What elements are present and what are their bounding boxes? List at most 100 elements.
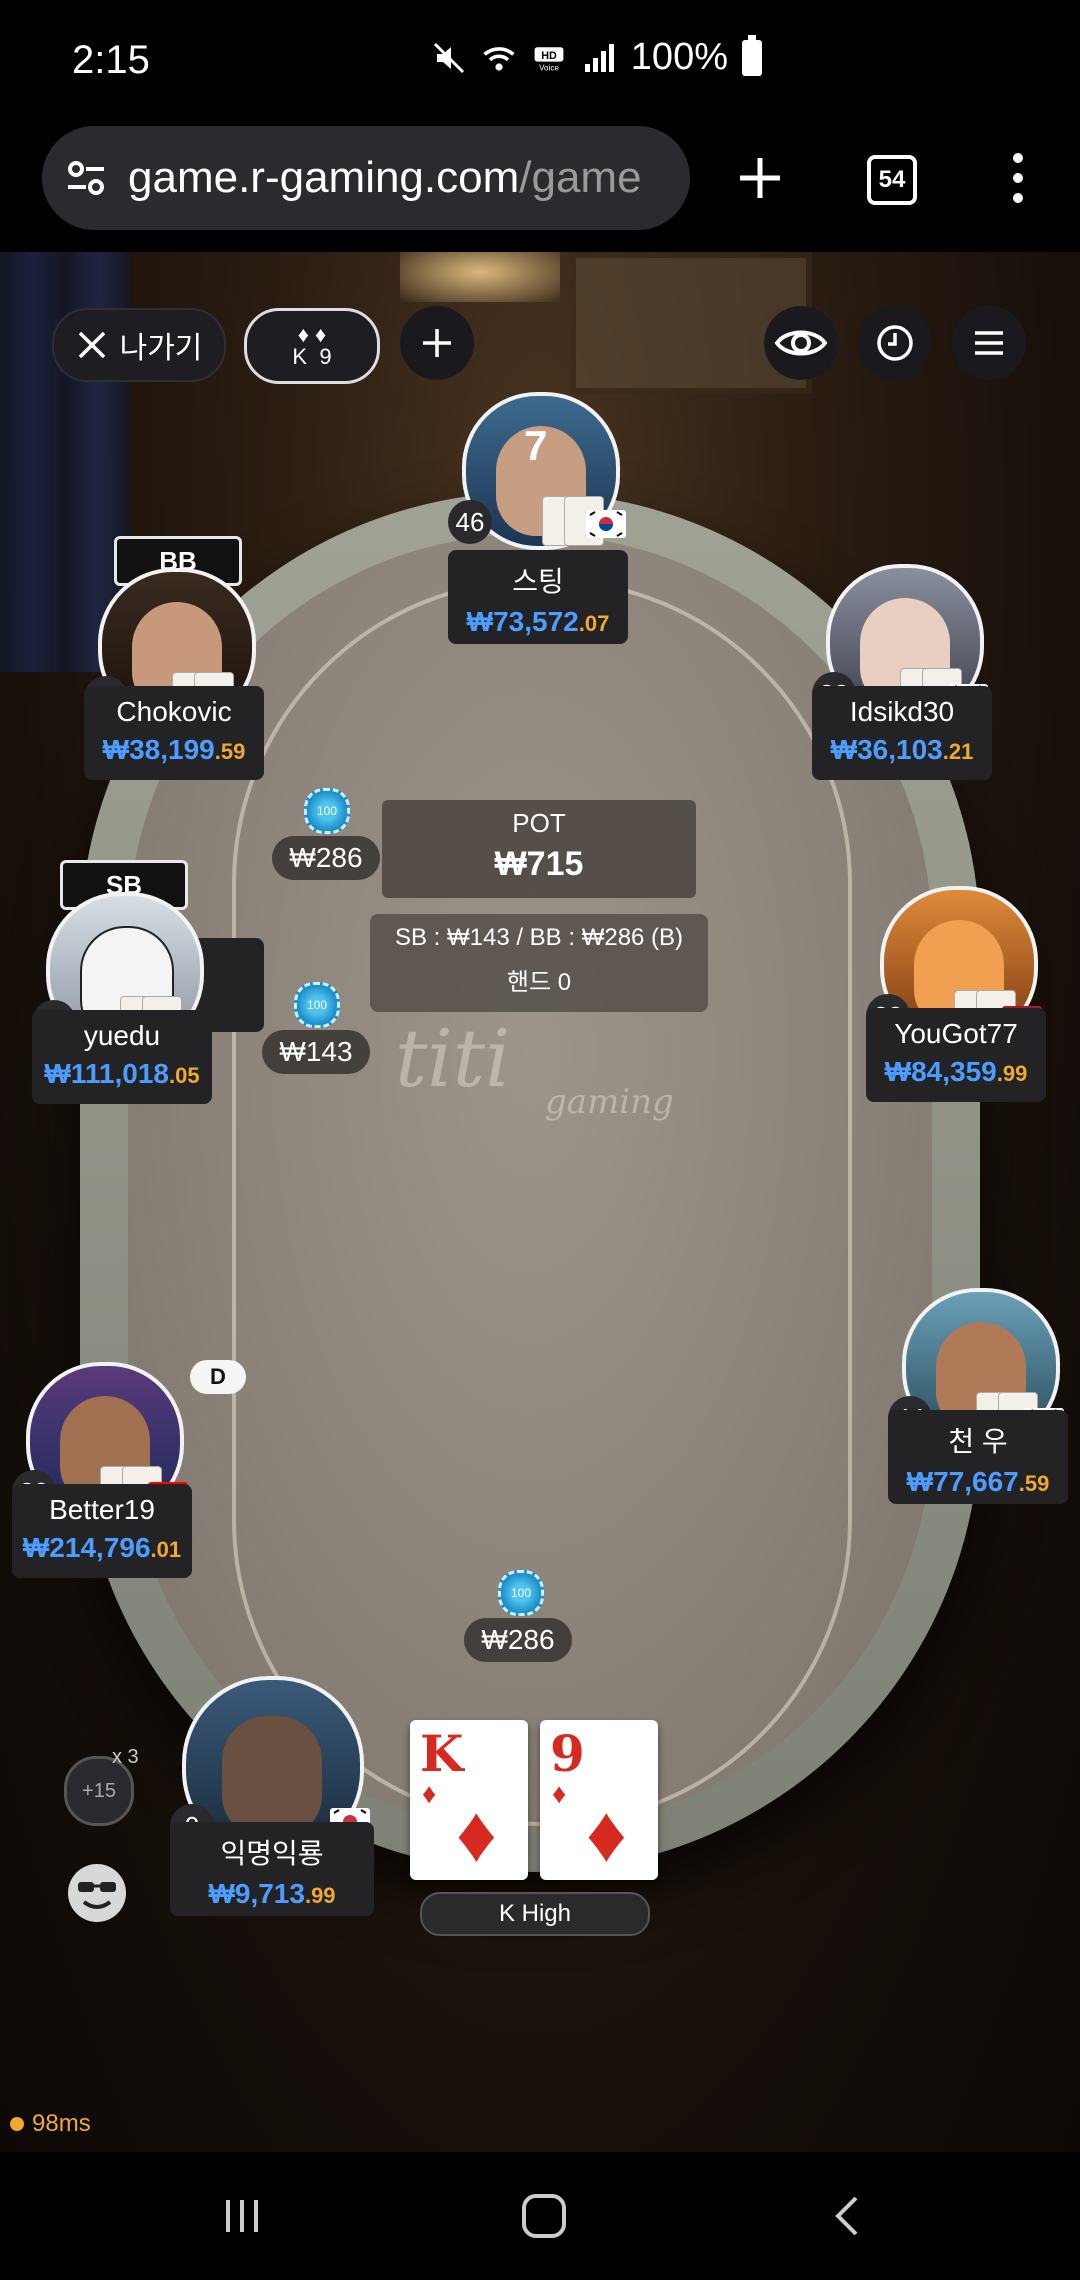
hand-rank-1: K	[292, 344, 308, 369]
balance-main: ₩38,199	[102, 734, 215, 765]
svg-text:HD: HD	[541, 49, 557, 61]
site-settings-icon[interactable]	[64, 156, 108, 200]
player-nameplate-yuedu: yuedu ₩111,018.05	[32, 1010, 212, 1104]
bet-amount-chokovic: ₩286	[272, 836, 380, 880]
player-balance: ₩84,359.99	[866, 1056, 1046, 1088]
player-seat-better19[interactable]: 20 Better19 ₩214,796.01	[12, 1362, 192, 1632]
player-level: 46	[448, 500, 492, 544]
overflow-menu-icon[interactable]	[1008, 150, 1028, 206]
battery-percent: 100%	[630, 36, 728, 78]
balance-main: ₩111,018	[44, 1058, 169, 1089]
bet-amount-yuedu: ₩143	[262, 1030, 370, 1074]
diamond-suit-icons: ♦ ♦	[297, 322, 327, 347]
player-balance: ₩214,796.01	[12, 1532, 192, 1564]
url-path: /game	[519, 153, 642, 202]
balance-decimals: .05	[168, 1063, 200, 1088]
card-rank: 9	[550, 1724, 585, 1783]
balance-decimals: .99	[304, 1883, 336, 1908]
player-balance: ₩9,713.99	[170, 1878, 374, 1910]
player-seat-cheonwoo[interactable]: 44 천 우 ₩77,667.59	[888, 1288, 1068, 1558]
player-nameplate: 익명익룡 ₩9,713.99	[170, 1822, 374, 1916]
player-name: Better19	[49, 1494, 155, 1525]
player-seat-idsikd30[interactable]: 32 Idsikd30 ₩36,103.21	[812, 564, 992, 834]
player-nameplate: 천 우 ₩77,667.59	[888, 1410, 1068, 1504]
hand-rank-2: 9	[319, 344, 332, 369]
balance-main: ₩77,667	[906, 1466, 1019, 1497]
ping-value: 98ms	[32, 2110, 91, 2137]
player-name: 천 우	[948, 1426, 1008, 1457]
player-name: 스팅	[512, 566, 564, 597]
player-balance: ₩38,199.59	[84, 734, 264, 766]
dealer-button: D	[190, 1360, 246, 1394]
mute-icon	[431, 40, 467, 76]
wifi-icon	[481, 40, 517, 76]
hand-number: 핸드 0	[506, 969, 572, 996]
add-table-button[interactable]	[400, 306, 474, 380]
player-nameplate: 스팅 ₩73,572.07	[448, 550, 628, 644]
balance-decimals: .21	[942, 739, 974, 764]
chip-icon: 100	[304, 788, 350, 834]
battery-icon	[742, 34, 762, 76]
close-icon	[78, 331, 105, 359]
player-name: Chokovic	[116, 696, 232, 727]
card-rank: K	[420, 1724, 464, 1783]
balance-main: ₩73,572	[466, 606, 579, 637]
hole-card-1[interactable]: K ♦ ♦	[410, 1720, 528, 1880]
balance-main: ₩84,359	[884, 1056, 997, 1087]
emoji-icon[interactable]	[66, 1862, 128, 1924]
pot-display: POT ₩715	[382, 800, 696, 898]
exit-button[interactable]: 나가기	[52, 308, 226, 382]
url-host: game.r-gaming.com	[128, 153, 520, 202]
hand-cards-pill[interactable]: ♦ ♦ K 9	[244, 308, 380, 384]
ping-dot-icon	[10, 2117, 24, 2131]
table-logo-watermark: titi gaming	[395, 1012, 674, 1122]
exit-label: 나가기	[119, 332, 203, 365]
watermark-subtext: gaming	[545, 1082, 674, 1122]
chip-icon: 100	[294, 982, 340, 1028]
add-icon	[423, 329, 451, 357]
player-name: yuedu	[83, 1020, 161, 1051]
eye-icon	[774, 330, 828, 356]
hd-voice-icon: HD Voice	[531, 40, 567, 76]
tab-switcher-button[interactable]: 54	[867, 155, 917, 205]
hand-strength-label: K High	[420, 1892, 650, 1936]
ping-indicator: 98ms	[10, 2110, 91, 2138]
hamburger-menu-icon	[975, 331, 1003, 355]
player-nameplate: Idsikd30 ₩36,103.21	[812, 686, 992, 780]
balance-decimals: .59	[1018, 1471, 1050, 1496]
clock-icon	[877, 325, 913, 361]
card-suit-small: ♦	[552, 1778, 567, 1809]
history-button[interactable]	[858, 306, 932, 380]
diamond-suit-icon: ♦	[456, 1789, 497, 1878]
player-name: Idsikd30	[849, 696, 955, 727]
player-seat-hero[interactable]: 0 익명익룡 ₩9,713.99	[170, 1676, 374, 1966]
balance-decimals: .01	[150, 1537, 182, 1562]
player-balance: ₩111,018.05	[32, 1058, 212, 1090]
url-text[interactable]: game.r-gaming.com/game	[128, 153, 642, 203]
recents-icon[interactable]	[218, 2192, 266, 2240]
menu-button[interactable]	[952, 306, 1026, 380]
balance-decimals: .99	[996, 1061, 1028, 1086]
player-seat-sting[interactable]: 7 46 스팅 ₩73,572.07	[448, 392, 628, 672]
signal-icon	[581, 40, 617, 76]
balance-decimals: .07	[578, 611, 610, 636]
player-nameplate: YouGot77 ₩84,359.99	[866, 1008, 1046, 1102]
blinds-info-box: SB : ₩143 / BB : ₩286 (B) 핸드 0	[370, 914, 708, 1012]
player-balance: ₩77,667.59	[888, 1466, 1068, 1498]
back-icon[interactable]	[824, 2192, 872, 2240]
player-balance: ₩73,572.07	[448, 606, 628, 638]
address-bar[interactable]: game.r-gaming.com/game	[42, 126, 690, 230]
pot-label: POT	[512, 808, 566, 838]
home-icon[interactable]	[518, 2190, 570, 2242]
spectate-button[interactable]	[764, 306, 838, 380]
new-tab-icon[interactable]	[730, 148, 790, 208]
balance-main: ₩214,796	[22, 1532, 151, 1563]
balance-main: ₩9,713	[208, 1878, 305, 1909]
hole-card-2[interactable]: 9 ♦ ♦	[540, 1720, 658, 1880]
system-nav-bar	[0, 2152, 1080, 2280]
player-name: YouGot77	[894, 1018, 1018, 1049]
player-seat-yougot77[interactable]: 22 YouGot77 ₩84,359.99	[866, 886, 1046, 1156]
diamond-suit-icon: ♦	[586, 1789, 627, 1878]
blinds-info: SB : ₩143 / BB : ₩286 (B)	[394, 924, 684, 951]
flag-korea	[586, 510, 626, 538]
